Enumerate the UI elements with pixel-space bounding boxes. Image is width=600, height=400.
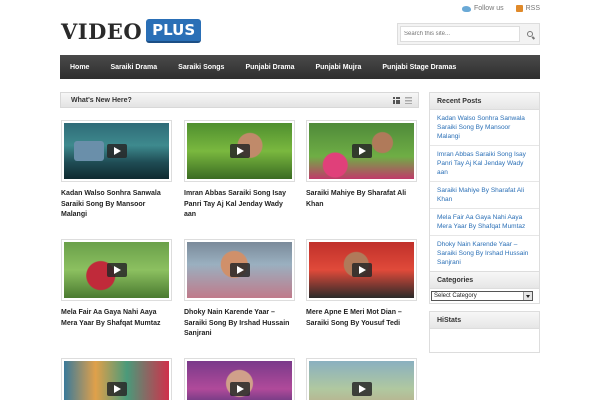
nav-item-home[interactable]: Home bbox=[70, 64, 89, 71]
histats-title: HiStats bbox=[430, 312, 539, 329]
whats-new-title: What's New Here? bbox=[71, 96, 132, 104]
video-card[interactable] bbox=[184, 358, 295, 400]
play-icon bbox=[351, 144, 372, 158]
video-card[interactable] bbox=[61, 358, 172, 400]
search-icon bbox=[527, 31, 533, 37]
video-thumbnail[interactable] bbox=[184, 120, 295, 182]
categories-title: Categories bbox=[430, 272, 539, 289]
nav-item-punjabi-mujra[interactable]: Punjabi Mujra bbox=[315, 64, 361, 71]
play-icon bbox=[229, 263, 250, 277]
video-thumbnail[interactable] bbox=[184, 239, 295, 301]
video-title[interactable]: Dhoky Nain Karende Yaar – Saraiki Song B… bbox=[184, 308, 295, 340]
video-thumbnail[interactable] bbox=[61, 120, 172, 182]
recent-post-link[interactable]: Dhoky Nain Karende Yaar – Saraiki Song B… bbox=[430, 236, 539, 271]
twitter-follow-link[interactable]: Follow us bbox=[462, 5, 504, 12]
video-card[interactable]: Mela Fair Aa Gaya Nahi Aaya Mera Yaar By… bbox=[61, 239, 172, 329]
recent-posts-widget: Recent Posts Kadan Walso Sonhra Sanwala … bbox=[429, 92, 540, 272]
video-thumbnail[interactable] bbox=[61, 239, 172, 301]
site-logo[interactable]: VIDEO PLUS bbox=[61, 18, 202, 44]
video-card[interactable]: Dhoky Nain Karende Yaar – Saraiki Song B… bbox=[184, 239, 295, 340]
nav-item-saraiki-songs[interactable]: Saraiki Songs bbox=[178, 64, 224, 71]
video-title[interactable]: Saraiki Mahiye By Sharafat Ali Khan bbox=[306, 189, 417, 210]
video-card[interactable]: Mere Apne E Meri Mot Dian – Saraiki Song… bbox=[306, 239, 417, 329]
play-icon bbox=[106, 263, 127, 277]
video-thumbnail[interactable] bbox=[306, 239, 417, 301]
grid-view-icon[interactable] bbox=[393, 97, 400, 104]
recent-post-link[interactable]: Kadan Walso Sonhra Sanwala Saraiki Song … bbox=[430, 110, 539, 146]
video-thumbnail[interactable] bbox=[306, 358, 417, 400]
categories-widget: Categories Select Category bbox=[429, 271, 540, 304]
play-icon bbox=[106, 382, 127, 396]
main-nav: Home Saraiki Drama Saraiki Songs Punjabi… bbox=[60, 55, 540, 79]
search-box bbox=[397, 23, 540, 45]
twitter-follow-label: Follow us bbox=[474, 5, 504, 12]
logo-word: VIDEO bbox=[61, 18, 143, 44]
video-title[interactable]: Imran Abbas Saraiki Song Isay Panri Tay … bbox=[184, 189, 295, 221]
category-selected-value: Select Category bbox=[434, 293, 477, 299]
play-icon bbox=[351, 263, 372, 277]
rss-icon bbox=[515, 5, 523, 12]
category-select[interactable]: Select Category bbox=[431, 291, 533, 301]
search-input[interactable] bbox=[400, 26, 520, 42]
video-thumbnail[interactable] bbox=[61, 358, 172, 400]
recent-post-link[interactable]: Mela Fair Aa Gaya Nahi Aaya Mera Yaar By… bbox=[430, 209, 539, 236]
video-title[interactable]: Kadan Walso Sonhra Sanwala Saraiki Song … bbox=[61, 189, 172, 221]
play-icon bbox=[106, 144, 127, 158]
play-icon bbox=[229, 144, 250, 158]
histats-widget: HiStats bbox=[429, 311, 540, 353]
video-title[interactable]: Mela Fair Aa Gaya Nahi Aaya Mera Yaar By… bbox=[61, 308, 172, 329]
video-card[interactable]: Kadan Walso Sonhra Sanwala Saraiki Song … bbox=[61, 120, 172, 221]
whats-new-header: What's New Here? bbox=[60, 92, 419, 108]
video-card[interactable]: Imran Abbas Saraiki Song Isay Panri Tay … bbox=[184, 120, 295, 221]
video-card[interactable]: Saraiki Mahiye By Sharafat Ali Khan bbox=[306, 120, 417, 210]
video-thumbnail[interactable] bbox=[184, 358, 295, 400]
recent-post-link[interactable]: Imran Abbas Saraiki Song Isay Panri Tay … bbox=[430, 146, 539, 182]
rss-link[interactable]: RSS bbox=[515, 5, 540, 12]
twitter-bird-icon bbox=[462, 5, 472, 12]
video-card[interactable] bbox=[306, 358, 417, 400]
video-title[interactable]: Mere Apne E Meri Mot Dian – Saraiki Song… bbox=[306, 308, 417, 329]
nav-item-punjabi-stage-dramas[interactable]: Punjabi Stage Dramas bbox=[382, 64, 456, 71]
rss-label: RSS bbox=[525, 5, 540, 12]
chevron-down-icon bbox=[523, 292, 532, 300]
social-links: Follow us RSS bbox=[462, 5, 540, 12]
nav-item-punjabi-drama[interactable]: Punjabi Drama bbox=[245, 64, 294, 71]
logo-badge: PLUS bbox=[146, 19, 202, 43]
search-button[interactable] bbox=[523, 26, 537, 42]
list-view-icon[interactable] bbox=[405, 97, 412, 104]
video-thumbnail[interactable] bbox=[306, 120, 417, 182]
recent-post-link[interactable]: Saraiki Mahiye By Sharafat Ali Khan bbox=[430, 182, 539, 209]
play-icon bbox=[229, 382, 250, 396]
nav-item-saraiki-drama[interactable]: Saraiki Drama bbox=[110, 64, 157, 71]
play-icon bbox=[351, 382, 372, 396]
recent-posts-title: Recent Posts bbox=[430, 93, 539, 110]
